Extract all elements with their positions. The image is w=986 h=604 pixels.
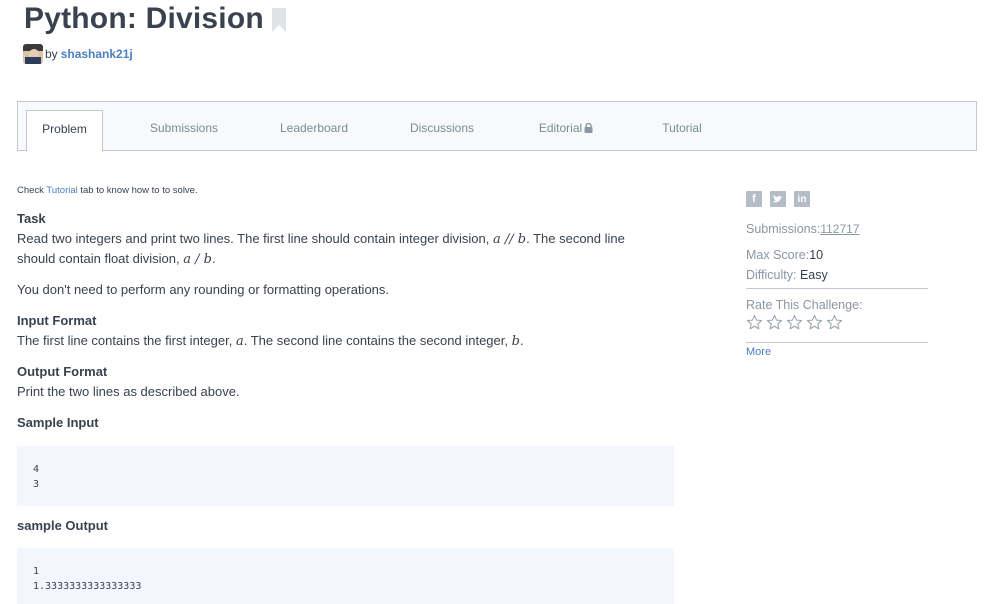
twitter-icon[interactable] [770, 191, 786, 207]
author-row: by shashank21j [23, 44, 133, 64]
star-icon[interactable] [806, 314, 823, 331]
tab-tutorial[interactable]: Tutorial [658, 102, 706, 150]
input-math-a: a [235, 334, 244, 349]
linkedin-icon[interactable]: in [794, 191, 810, 207]
avatar[interactable] [23, 44, 43, 64]
submissions-stat: Submissions:112717 [746, 222, 860, 236]
output-format-heading: Output Format [17, 364, 108, 379]
task-math-float-div: a / b [183, 252, 212, 267]
sample-input-line: 3 [33, 479, 40, 490]
tab-leaderboard[interactable]: Leaderboard [277, 102, 351, 150]
tutorial-hint: Check Tutorial tab to know how to to sol… [17, 185, 198, 196]
page-title: Python: Division [24, 2, 264, 35]
tab-editorial[interactable]: Editorial [534, 102, 598, 150]
task-line1-a: Read two integers and print two lines. T… [17, 231, 490, 246]
difficulty-label: Difficulty: [746, 268, 797, 282]
task-heading: Task [17, 211, 46, 226]
more-link[interactable]: More [746, 346, 771, 358]
sidebar-divider [746, 342, 928, 343]
social-share: f in [746, 191, 810, 207]
sample-output-heading: sample Output [17, 518, 109, 533]
submissions-label: Submissions: [746, 222, 821, 236]
tab-submissions[interactable]: Submissions [148, 102, 220, 150]
task-line2-b: . [211, 251, 216, 266]
author-link[interactable]: shashank21j [61, 47, 133, 61]
rate-challenge-label: Rate This Challenge: [746, 298, 863, 312]
task-line2-a: should contain float division, [17, 251, 180, 266]
task-note: You don't need to perform any rounding o… [17, 282, 390, 297]
max-score-label: Max Score: [746, 248, 810, 262]
lock-icon [584, 103, 593, 155]
sample-output-block: 1 1.3333333333333333 [17, 548, 674, 604]
rating-stars [746, 314, 843, 331]
star-icon[interactable] [786, 314, 803, 331]
star-icon[interactable] [826, 314, 843, 331]
facebook-icon[interactable]: f [746, 191, 762, 207]
sidebar-divider [746, 288, 928, 289]
task-math-int-div: a // b [492, 232, 527, 247]
rate-label: Rate This Challenge: [746, 298, 863, 312]
tab-editorial-label: Editorial [538, 121, 583, 135]
sample-output-line: 1.3333333333333333 [33, 581, 142, 592]
max-score-stat: Max Score:10 [746, 248, 823, 262]
by-label: by [45, 47, 58, 61]
sample-input-block: 4 3 [17, 446, 674, 506]
sample-input-heading: Sample Input [17, 415, 99, 430]
input-math-b: b [511, 334, 520, 349]
input-text-b: . The second line contains the second in… [243, 333, 508, 348]
star-icon[interactable] [766, 314, 783, 331]
difficulty-value: Easy [799, 268, 828, 282]
input-format-heading: Input Format [17, 313, 97, 328]
tab-discussions[interactable]: Discussions [408, 102, 476, 150]
input-format-text: The first line contains the first intege… [17, 331, 657, 351]
sample-output-line: 1 [33, 566, 40, 577]
hint-tutorial-link[interactable]: Tutorial [46, 185, 77, 196]
max-score-value: 10 [809, 248, 824, 262]
star-icon[interactable] [746, 314, 763, 331]
hint-suffix: tab to know how to to solve. [80, 185, 198, 196]
task-line1-b: . The second line [526, 231, 625, 246]
sample-input-line: 4 [33, 464, 40, 475]
difficulty-stat: Difficulty: Easy [746, 268, 828, 282]
challenge-tabs: Problem Submissions Leaderboard Discussi… [17, 101, 977, 152]
title-row: Python: Division [24, 2, 286, 36]
bookmark-icon[interactable] [271, 8, 286, 32]
task-text: Read two integers and print two lines. T… [17, 229, 657, 269]
input-text-a: The first line contains the first intege… [17, 333, 233, 348]
tab-problem[interactable]: Problem [26, 110, 103, 152]
submissions-count-link[interactable]: 112717 [820, 222, 859, 236]
hint-prefix: Check [17, 185, 44, 196]
input-text-c: . [519, 333, 524, 348]
output-format-text: Print the two lines as described above. [17, 384, 240, 399]
